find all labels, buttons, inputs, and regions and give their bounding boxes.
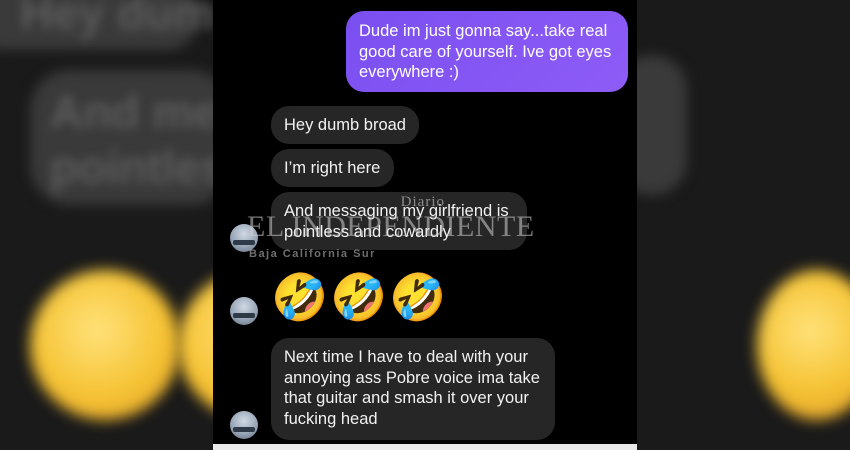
blurred-emoji [178, 270, 213, 420]
incoming-message-text: Hey dumb broad [284, 116, 406, 134]
rolling-laughing-emoji: 🤣 [389, 271, 447, 323]
blurred-background-left: Hey dum And mess pointless [0, 0, 213, 450]
bottom-edge [213, 444, 637, 450]
incoming-message-bubble: Next time I have to deal with your annoy… [271, 338, 555, 440]
rolling-laughing-emoji: 🤣 [330, 271, 388, 323]
chat-thread: Dude im just gonna say...take real good … [213, 0, 637, 450]
avatar-icon[interactable] [230, 411, 258, 439]
blurred-bubble [637, 55, 687, 195]
outgoing-message-bubble: Dude im just gonna say...take real good … [346, 11, 628, 92]
blurred-text: pointless [50, 141, 213, 193]
incoming-message-text: And messaging my girlfriend is pointless… [284, 202, 509, 241]
blurred-emoji [30, 270, 180, 420]
blurred-text: Hey dum [20, 0, 213, 39]
outgoing-message-text: Dude im just gonna say...take real good … [359, 22, 612, 81]
blurred-background-right [637, 0, 850, 450]
incoming-message-bubble: And messaging my girlfriend is pointless… [271, 192, 527, 250]
incoming-message-bubble: Hey dumb broad [271, 106, 419, 144]
incoming-message-text: I’m right here [284, 159, 381, 177]
avatar-icon[interactable] [230, 224, 258, 252]
avatar-icon[interactable] [230, 297, 258, 325]
incoming-message-bubble: I’m right here [271, 149, 394, 187]
blurred-emoji [757, 270, 850, 420]
incoming-message-text: Next time I have to deal with your annoy… [284, 348, 540, 428]
rolling-laughing-emoji: 🤣 [271, 271, 329, 323]
emoji-message: 🤣 🤣 🤣 [271, 270, 447, 324]
blurred-text: And mess [50, 86, 213, 138]
